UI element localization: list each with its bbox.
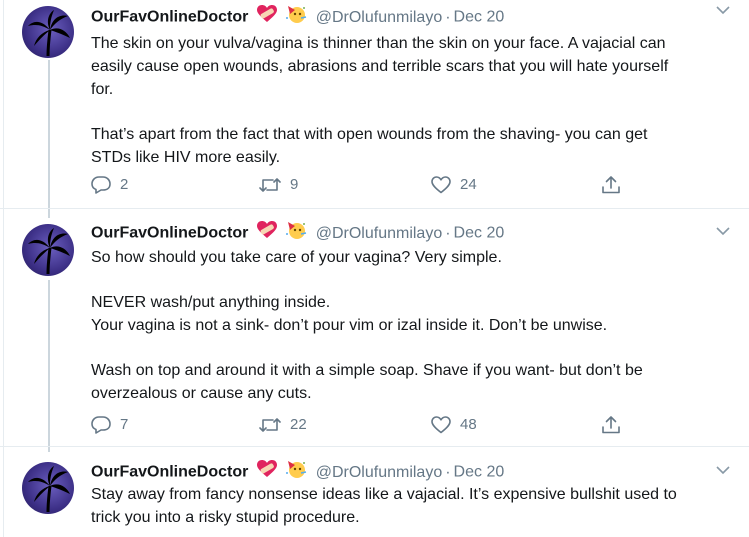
retweet-icon [259,178,281,192]
header-separator: · [445,8,451,26]
retweet-count: 9 [290,176,299,193]
header-separator: · [445,463,451,481]
tweet-text-line [91,101,731,123]
heart-with-bandage-icon [256,460,277,485]
chevron-down-icon[interactable] [716,5,730,15]
reply-button[interactable]: 2 [91,175,128,195]
heart-icon [431,416,451,434]
heart-with-bandage-icon [256,5,277,30]
tweet-date[interactable]: Dec 20 [454,9,505,26]
reply-icon [91,416,111,434]
retweet-count: 22 [290,416,307,433]
tweet-text: Stay away from fancy nonsense ideas like… [91,483,731,529]
tweet-text-line: NEVER wash/put anything inside. [91,294,331,311]
tweet-header: OurFavOnlineDoctor @DrOlufunmilayo · Dec 2… [91,4,504,26]
display-name[interactable]: OurFavOnlineDoctor [91,225,248,242]
tweet-thread: OurFavOnlineDoctor @DrOlufunmilayo · Dec 2… [0,0,749,537]
party-face-icon [285,220,307,247]
user-handle[interactable]: @DrOlufunmilayo [316,464,443,481]
reply-button[interactable]: 7 [91,415,128,435]
tweet-text-line: trick you into a risky stupid procedure. [91,509,360,526]
tweet-text-line: So how should you take care of your vagi… [91,249,502,266]
reply-count: 7 [120,416,129,433]
palm-tree-avatar-image [28,466,70,513]
palm-tree-avatar-image [28,10,70,57]
tweet-text-line: Stay away from fancy nonsense ideas like… [91,486,677,503]
tweet-text-line: for. [91,81,114,98]
tweet[interactable]: OurFavOnlineDoctor @DrOlufunmilayo · Dec 2… [0,456,749,537]
share-button[interactable] [601,415,621,435]
reply-count: 2 [120,176,129,193]
avatar[interactable] [22,224,74,276]
tweet-actions: 2 9 24 [91,175,651,195]
heart-icon [431,176,451,194]
tweet-date[interactable]: Dec 20 [454,225,505,242]
avatar[interactable] [22,6,74,58]
tweet-header: OurFavOnlineDoctor @DrOlufunmilayo · Dec 2… [91,220,504,242]
like-count: 48 [460,416,477,433]
user-handle[interactable]: @DrOlufunmilayo [316,9,443,26]
tweet-text-line: Wash on top and around it with a simple … [91,362,643,379]
tweet-text-line [91,269,731,291]
party-face-icon [285,459,307,486]
tweet-text-line: That’s apart from the fact that with ope… [91,126,648,143]
share-icon [602,416,620,434]
tweet-text: So how should you take care of your vagi… [91,246,731,405]
tweet-text-line: The skin on your vulva/vagina is thinner… [91,35,666,52]
tweet-actions: 7 22 48 [91,415,651,435]
tweet-text-line: easily cause open wounds, abrasions and … [91,58,669,75]
tweet-text-line: overzealous or cause any cuts. [91,385,312,402]
user-handle[interactable]: @DrOlufunmilayo [316,225,443,242]
share-icon [602,176,620,194]
tweet-divider [0,446,749,447]
display-name[interactable]: OurFavOnlineDoctor [91,9,248,26]
retweet-button[interactable]: 22 [259,415,307,435]
chevron-down-icon[interactable] [716,465,730,475]
chevron-down-icon[interactable] [716,226,730,236]
party-face-icon [285,4,307,31]
tweet-text-line [91,337,731,359]
tweet[interactable]: OurFavOnlineDoctor @DrOlufunmilayo · Dec 2… [0,0,749,208]
tweet-text: The skin on your vulva/vagina is thinner… [91,32,731,169]
header-separator: · [445,224,451,242]
tweet-text-line: STDs like HIV more easily. [91,149,281,166]
retweet-icon [259,418,281,432]
like-button[interactable]: 24 [431,175,477,195]
share-button[interactable] [601,175,621,195]
reply-icon [91,176,111,194]
tweet[interactable]: OurFavOnlineDoctor @DrOlufunmilayo · Dec 2… [0,218,749,446]
like-button[interactable]: 48 [431,415,477,435]
like-count: 24 [460,176,477,193]
palm-tree-avatar-image [28,228,70,275]
heart-with-bandage-icon [256,221,277,246]
retweet-button[interactable]: 9 [259,175,298,195]
tweet-header: OurFavOnlineDoctor @DrOlufunmilayo · Dec 2… [91,459,504,481]
tweet-text-line: Your vagina is not a sink- don’t pour vi… [91,317,608,334]
display-name[interactable]: OurFavOnlineDoctor [91,464,248,481]
avatar[interactable] [22,462,74,514]
tweet-divider [0,208,749,209]
tweet-date[interactable]: Dec 20 [454,464,505,481]
